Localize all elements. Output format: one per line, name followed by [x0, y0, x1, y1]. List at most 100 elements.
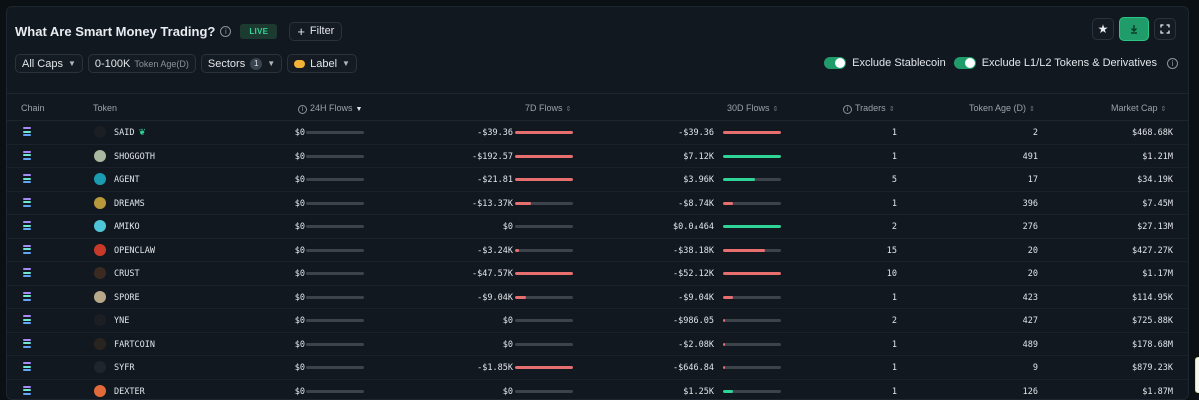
sort-desc-icon: ▼ [355, 106, 363, 113]
token-name[interactable]: OPENCLAW [114, 246, 155, 256]
token-name[interactable]: SYFR [114, 363, 134, 373]
column-market-cap[interactable]: Market Cap ⇕ [1111, 103, 1166, 113]
flows-24h-value: $0 [294, 128, 305, 138]
smart-money-panel: What Are Smart Money Trading? i LIVE + F… [6, 6, 1189, 400]
expand-button[interactable] [1154, 18, 1176, 40]
column-30d-flows-label: 30D Flows [727, 103, 770, 113]
solana-chain-icon [23, 385, 31, 395]
exclude-stablecoin-toggle[interactable] [824, 57, 847, 69]
token-name[interactable]: AMIKO [114, 222, 140, 232]
flows-7d-value: -$13.37K [472, 198, 513, 209]
token-logo-icon [94, 267, 106, 279]
flows-30d-bar-fill [723, 225, 781, 228]
filter-button[interactable]: + Filter [289, 21, 343, 41]
token-logo-icon [94, 126, 106, 138]
solana-chain-icon [23, 197, 31, 207]
star-icon: ★ [1097, 22, 1109, 36]
token-name[interactable]: SPORE [114, 293, 140, 303]
column-7d-flows[interactable]: 7D Flows ⇕ [525, 103, 571, 113]
token-symbol: SAID [114, 128, 135, 138]
column-token-age[interactable]: Token Age (D) ⇕ [969, 103, 1035, 113]
column-token: Token [93, 103, 118, 113]
traders-value: 2 [891, 222, 897, 232]
info-icon[interactable]: i [1167, 57, 1178, 69]
table-row[interactable]: YNE $0 $0 -$986.05 2 427 $725.88K [7, 309, 1188, 333]
token-name[interactable]: FARTCOIN [114, 340, 155, 350]
exclude-l1l2-toggle[interactable] [953, 57, 976, 69]
flows-30d-value: -$986.05 [673, 316, 714, 326]
token-symbol: OPENCLAW [114, 245, 155, 256]
flows-30d-bar-fill [723, 201, 733, 205]
flows-7d-value: -$1.85K [477, 363, 513, 373]
table-row[interactable]: FARTCOIN $0 $0 -$2.08K 1 489 $178.68M [7, 333, 1188, 356]
sort-icon: ⇕ [1160, 106, 1167, 113]
token-age-select[interactable]: 0-100K Token Age(D) [87, 54, 196, 73]
download-icon [1131, 25, 1137, 34]
sectors-select[interactable]: Sectors 1 ▼ [200, 54, 283, 73]
token-name[interactable]: SHOGGOTH [114, 152, 155, 162]
flows-30d-bar [723, 154, 781, 158]
flows-24h-value: $0 [294, 151, 305, 162]
token-name[interactable]: YNE [114, 316, 129, 326]
table-row[interactable]: SHOGGOTH $0 -$192.57 $7.12K 1 491 $1.21M [7, 145, 1188, 168]
table-row[interactable]: SAID ❦ $0 -$39.36 -$39.36 1 2 $468.68K [7, 121, 1188, 145]
solana-chain-icon [23, 268, 31, 277]
column-chain: Chain [21, 103, 45, 113]
flows-24h-bar [306, 366, 364, 369]
star-button[interactable]: ★ [1092, 18, 1114, 40]
info-icon[interactable]: i [220, 25, 232, 37]
token-symbol: AMIKO [114, 222, 140, 232]
flows-24h-bar [306, 178, 364, 181]
flows-24h-value: $0 [294, 222, 305, 232]
download-button[interactable] [1119, 17, 1149, 41]
table-row[interactable]: SPORE $0 -$9.04K -$9.04K 1 423 $114.95K [7, 286, 1188, 309]
flows-30d-bar [723, 248, 781, 252]
traders-value: 1 [891, 363, 897, 373]
flows-30d-value: -$8.74K [678, 198, 714, 209]
table-row[interactable]: DEXTER $0 $0 $1.25K 1 126 $1.87M [7, 380, 1188, 400]
token-age-value: 20 [1027, 245, 1038, 256]
column-traders[interactable]: i Traders ⇕ [843, 103, 895, 114]
flows-24h-value: $0 [294, 339, 305, 350]
token-name[interactable]: AGENT [114, 175, 140, 185]
table-row[interactable]: AGENT $0 -$21.81 $3.96K 5 17 $34.19K [7, 168, 1188, 192]
solana-chain-icon [23, 291, 31, 301]
flows-7d-bar [515, 154, 573, 158]
table-row[interactable]: AMIKO $0 $0 $0.0₄464 2 276 $27.13M [7, 215, 1188, 239]
token-age-value: 423 [1022, 292, 1038, 303]
token-symbol: AGENT [114, 175, 140, 185]
market-cap-value: $879.23K [1132, 363, 1173, 373]
flows-24h-bar [306, 389, 364, 393]
flows-24h-value: $0 [294, 363, 305, 373]
table-row[interactable]: SYFR $0 -$1.85K -$646.84 1 9 $879.23K [7, 356, 1188, 380]
flows-7d-bar [515, 295, 573, 299]
token-name[interactable]: DREAMS [114, 199, 145, 209]
side-scroll-tab[interactable] [1195, 357, 1199, 393]
flows-7d-bar-fill [515, 272, 573, 275]
table-row[interactable]: CRUST $0 -$47.57K -$52.12K 10 20 $1.17M [7, 262, 1188, 286]
flows-7d-value: -$192.57 [472, 151, 513, 162]
token-name[interactable]: CRUST [114, 269, 140, 279]
sort-icon: ⇕ [772, 106, 779, 113]
token-name[interactable]: SAID ❦ [114, 128, 146, 138]
flows-30d-value: $7.12K [683, 151, 714, 162]
token-age-label: Token Age(D) [134, 58, 189, 69]
table-row[interactable]: DREAMS $0 -$13.37K -$8.74K 1 396 $7.45M [7, 192, 1188, 215]
flows-30d-value: $3.96K [683, 175, 714, 185]
column-30d-flows[interactable]: 30D Flows ⇕ [727, 103, 778, 113]
traders-value: 1 [891, 198, 897, 209]
column-24h-flows[interactable]: i 24H Flows ▼ [298, 103, 362, 114]
flows-30d-bar-fill [723, 295, 733, 299]
table-row[interactable]: OPENCLAW $0 -$3.24K -$38.18K 15 20 $427.27K [7, 239, 1188, 262]
market-cap-value: $7.45M [1142, 198, 1173, 209]
label-select[interactable]: Label ▼ [287, 54, 357, 73]
token-name[interactable]: DEXTER [114, 387, 145, 397]
flows-30d-value: -$2.08K [678, 339, 714, 350]
caps-select[interactable]: All Caps ▼ [15, 54, 83, 73]
token-age-value: 396 [1022, 198, 1038, 209]
info-icon: i [843, 104, 852, 114]
flows-30d-value: $0.0₄464 [673, 222, 714, 232]
flows-30d-bar [723, 131, 781, 134]
token-age-value: 0-100K [94, 57, 131, 70]
flows-30d-bar-fill [723, 272, 781, 275]
